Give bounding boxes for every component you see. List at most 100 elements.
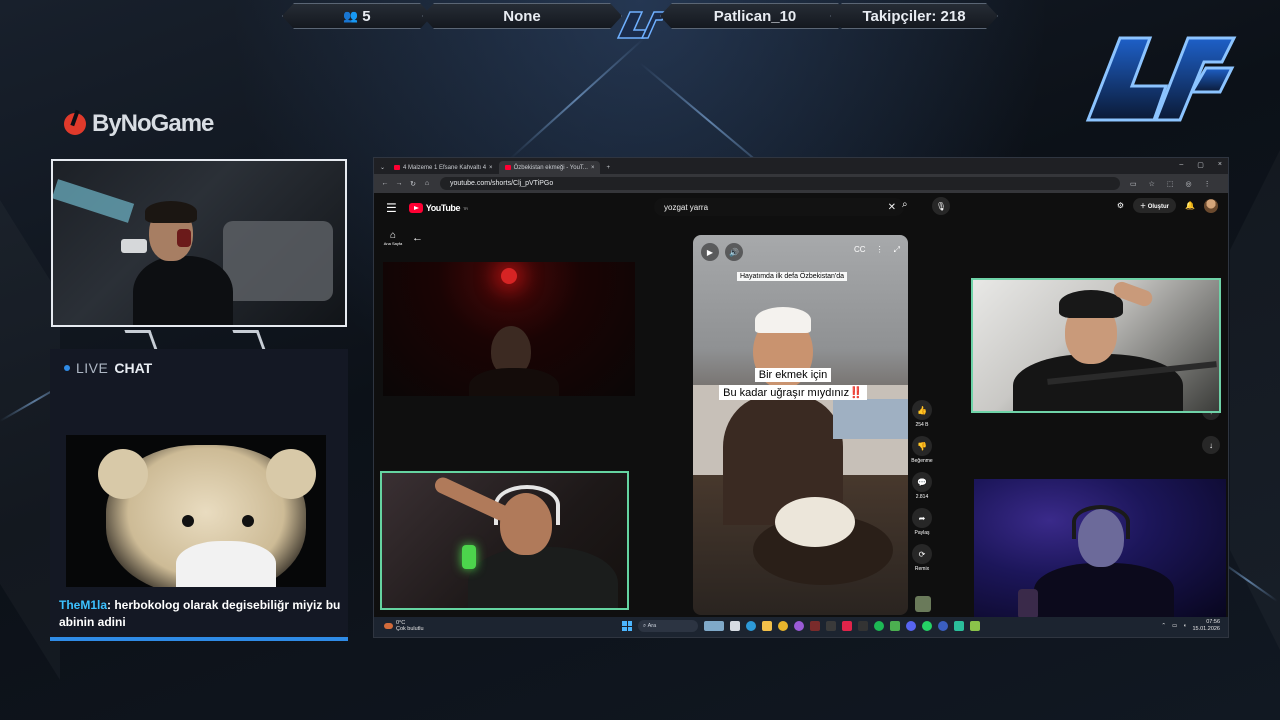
viewer-count: 👥 5 [282, 3, 432, 29]
tab-close-icon[interactable]: × [591, 165, 595, 171]
create-button[interactable]: ＋ Oluştur [1133, 198, 1177, 213]
participant-body [469, 368, 559, 396]
comments-button[interactable]: 💬 2.814 [912, 472, 932, 500]
task-view-icon[interactable] [730, 621, 740, 631]
live-label: LIVE [76, 360, 109, 376]
clear-search-icon[interactable]: ✕ [888, 202, 896, 213]
clock[interactable]: 07:56 15.01.2026 [1192, 619, 1220, 633]
video-caption-top: Hayatımda ilk defa Özbekistan'da [737, 272, 848, 281]
remix-button[interactable]: ⟳ Remix [912, 544, 932, 572]
cast-icon[interactable]: ▭ [1130, 180, 1137, 188]
app-icon[interactable] [794, 621, 804, 631]
search-value: yozgat yarra [664, 202, 709, 212]
teddy-bear-mask [176, 541, 276, 587]
app-icon[interactable] [890, 621, 900, 631]
bookmark-icon[interactable]: ☆ [1149, 180, 1155, 188]
participant-body [468, 547, 618, 608]
address-bar[interactable]: youtube.com/shorts/Clj_pVTiPGo [440, 177, 1120, 190]
youtube-header: ☰ YouTube TR yozgat yarra ✕ ⌕ 🎙 ⚙ ＋ Oluş… [374, 194, 1228, 222]
file-explorer-icon[interactable] [762, 621, 772, 631]
follower-count-value: Takipçiler: 218 [862, 7, 966, 25]
youtube-play-icon [408, 203, 423, 213]
last-follower: Patlican_10 [660, 3, 850, 29]
windows-start-icon[interactable] [622, 621, 632, 631]
search-input[interactable]: yozgat yarra ✕ [654, 198, 904, 216]
new-tab-button[interactable]: + [600, 161, 616, 174]
weather-widget[interactable]: 0°C Çok bulutlu [384, 620, 424, 632]
comment-icon: 💬 [912, 472, 932, 492]
more-options-icon[interactable]: ⋮ [876, 245, 884, 255]
remix-icon: ⟳ [912, 544, 932, 564]
like-button[interactable]: 👍 254 B [912, 400, 932, 428]
reload-icon[interactable]: ↻ [406, 180, 420, 188]
network-icon[interactable]: ▭ [1172, 623, 1177, 629]
sound-thumbnail[interactable] [915, 596, 931, 612]
app-icon[interactable] [826, 621, 836, 631]
home-label: Ana Sayfa [383, 241, 403, 246]
captions-icon[interactable]: CC [854, 245, 866, 255]
discord-icon[interactable] [906, 621, 916, 631]
windows-taskbar: 0°C Çok bulutlu ⌕ Ara ⌃ ▭ ◖ 07:56 15.01.… [374, 617, 1228, 637]
app-icon[interactable] [842, 621, 852, 631]
taskbar-apps: ⌕ Ara [622, 620, 980, 632]
tab-kahvalti[interactable]: 4 Malzeme 1 Efsane Kahvaltı 4 × [388, 161, 499, 174]
widgets-icon[interactable] [704, 621, 724, 631]
chat-message: TheM1la: herbokolog olarak degisebiliğr … [59, 597, 349, 631]
fullscreen-icon[interactable]: ⤢ [894, 245, 900, 255]
back-icon[interactable]: ← [378, 180, 392, 187]
next-short-button[interactable]: ↓ [1202, 436, 1220, 454]
tab-search-icon[interactable]: ⌄ [374, 161, 388, 174]
whatsapp-icon[interactable] [922, 621, 932, 631]
avatar[interactable] [1204, 198, 1218, 213]
dislike-button[interactable]: 👎 Beğenme [911, 436, 933, 464]
app-icon[interactable] [970, 621, 980, 631]
taskbar-search[interactable]: ⌕ Ara [638, 620, 698, 632]
tab-bar: ⌄ 4 Malzeme 1 Efsane Kahvaltı 4 × Özbeki… [374, 158, 1228, 174]
chat-message-user[interactable]: TheM1la [59, 598, 107, 612]
profile-icon[interactable]: ◎ [1186, 180, 1192, 188]
youtube-logo[interactable]: YouTube TR [408, 203, 468, 213]
tab-close-icon[interactable]: × [489, 165, 493, 171]
share-button[interactable]: ➦ Paylaş [912, 508, 932, 536]
home-nav[interactable]: ⌂ Ana Sayfa [382, 230, 404, 246]
weather-desc: Çok bulutlu [396, 626, 424, 632]
home-icon[interactable]: ⌂ [420, 180, 434, 187]
close-window-button[interactable]: × [1218, 161, 1222, 169]
back-arrow-icon[interactable]: ← [412, 232, 423, 244]
channel-logo-large [1085, 36, 1237, 122]
app-icon[interactable] [810, 621, 820, 631]
cast-icon[interactable]: ⚙ [1117, 201, 1124, 210]
app-icon[interactable] [858, 621, 868, 631]
headset [1072, 505, 1130, 539]
forward-icon[interactable]: → [392, 180, 406, 187]
extensions-icon[interactable]: ⬚ [1167, 180, 1174, 188]
minimize-button[interactable]: – [1179, 161, 1183, 169]
edge-icon[interactable] [746, 621, 756, 631]
play-icon[interactable]: ▶ [701, 243, 719, 261]
hamburger-menu-icon[interactable]: ☰ [386, 201, 397, 215]
volume-icon[interactable]: 🔊 [725, 243, 743, 261]
menu-icon[interactable]: ⋮ [1204, 180, 1211, 188]
chat-alert-media [66, 435, 326, 587]
chrome-icon[interactable] [778, 621, 788, 631]
caption-line: Bu kadar uğraşır mıydınız‼️ [719, 385, 867, 400]
tab-ozbekistan[interactable]: Özbekistan ekmeği - YouT... × [498, 161, 601, 174]
shorts-video[interactable]: ▶ 🔊 CC ⋮ ⤢ Hayatımda ilk defa Özbekistan… [693, 235, 908, 615]
comment-count: 2.814 [915, 494, 929, 500]
teddy-bear-ear [98, 449, 148, 499]
maximize-button[interactable]: ▢ [1197, 161, 1204, 169]
search-icon[interactable]: ⌕ [902, 199, 908, 210]
spotify-icon[interactable] [874, 621, 884, 631]
app-icon[interactable] [954, 621, 964, 631]
live-chat-panel: LIVE CHAT TheM1la: herbokolog olarak deg… [50, 349, 348, 641]
dislike-icon: 👎 [912, 436, 932, 456]
volume-tray-icon[interactable]: ◖ [1183, 623, 1186, 629]
notifications-bell-icon[interactable]: 🔔 [1185, 201, 1195, 210]
share-label: Paylaş [914, 530, 930, 536]
tray-chevron-icon[interactable]: ⌃ [1161, 623, 1166, 629]
video-controls-right: CC ⋮ ⤢ [854, 245, 900, 255]
chat-title: LIVE CHAT [64, 360, 152, 376]
video-controls-left: ▶ 🔊 [701, 243, 743, 261]
app-icon[interactable] [938, 621, 948, 631]
microphone-icon[interactable]: 🎙 [932, 197, 950, 215]
